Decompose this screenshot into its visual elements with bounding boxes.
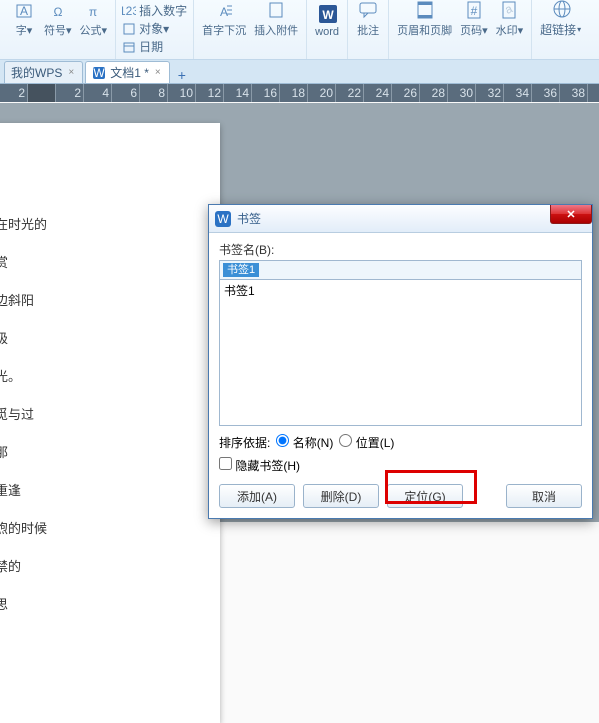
tab-doc1[interactable]: W文档1 *×: [85, 61, 170, 83]
paragraph: 点点踪迹，只愿在后来的久别重逢: [0, 479, 184, 503]
bookmark-name-input[interactable]: 书签1: [219, 260, 582, 280]
svg-text:A: A: [220, 5, 228, 19]
close-button[interactable]: ✕: [550, 205, 592, 224]
paragraph: 盼着远方，只是故人在何方？那: [0, 441, 184, 465]
svg-text:W: W: [94, 66, 106, 80]
paragraph: 撑一把青竹伞，悠然的走在时光的: [0, 213, 184, 237]
comment-btn[interactable]: 批注: [354, 2, 382, 38]
tab-mywps[interactable]: 我的WPS×: [4, 61, 83, 83]
hyperlink-btn[interactable]: 超链接▾: [538, 2, 583, 38]
sort-label: 排序依据:: [219, 434, 270, 451]
hide-bookmarks-checkbox[interactable]: 隐藏书签(H): [219, 457, 300, 474]
page: 撑一把青竹伞，悠然的走在时光的 一倾城，又遇那初见流年，共赏 静默的推开小窗，望…: [0, 123, 220, 723]
paragraph: 静默的推开小窗，望那天边斜阳: [0, 289, 184, 313]
goto-button[interactable]: 定位(G): [387, 484, 463, 508]
svg-text:W: W: [217, 212, 229, 226]
bookmark-name-label: 书签名(B):: [219, 241, 582, 258]
doc-icon: W: [92, 66, 106, 80]
horizontal-ruler: 2 24681012141618202224262830323436384042: [0, 84, 599, 102]
word-btn[interactable]: Wword: [313, 2, 341, 38]
list-item[interactable]: 书签1: [220, 280, 581, 301]
formula-btn[interactable]: π公式▾: [78, 2, 110, 38]
paragraph: 透过那树梢照在少年脸庞，像极: [0, 327, 184, 351]
bookmark-list[interactable]: 书签1: [219, 280, 582, 426]
cancel-button[interactable]: 取消: [506, 484, 582, 508]
add-button[interactable]: 添加(A): [219, 484, 295, 508]
text-box-btn[interactable]: A字▾: [10, 2, 38, 38]
dialog-title: 书签: [237, 210, 261, 227]
close-icon[interactable]: ×: [66, 67, 76, 78]
symbol-btn[interactable]: Ω符号▾: [42, 2, 74, 38]
date-btn[interactable]: 日期: [122, 38, 163, 55]
header-footer-btn[interactable]: 页眉和页脚: [395, 2, 454, 38]
watermark-btn[interactable]: a水印▾: [494, 2, 526, 38]
svg-text:A: A: [20, 4, 28, 18]
ribbon-toolbar: A字▾ Ω符号▾ π公式▾ 123插入数字 对象▾ 日期 A首字下沉 插入附件 …: [0, 0, 599, 60]
paragraph: 琴音，唱尽了多少过往情不自禁的: [0, 555, 184, 579]
paragraph: 一倾城，又遇那初见流年，共赏: [0, 251, 184, 275]
new-tab-btn[interactable]: +: [172, 67, 192, 83]
sort-location-radio[interactable]: 位置(L): [339, 434, 394, 451]
svg-text:W: W: [322, 8, 334, 22]
svg-text:123: 123: [122, 4, 136, 18]
svg-text:#: #: [471, 4, 478, 18]
paragraph: 仍然相信缘分，执着的寻觅与过: [0, 403, 184, 427]
dialog-titlebar[interactable]: W 书签 ✕: [209, 205, 592, 233]
page-number-btn[interactable]: #页码▾: [458, 2, 490, 38]
paragraph: 我怀想起那些过去埋藏的旧时光。: [0, 365, 184, 389]
app-icon: W: [215, 211, 231, 227]
paragraph: 情随风飘散，送去远方深情的思: [0, 593, 184, 617]
document-tabs: 我的WPS× W文档1 *× +: [0, 60, 599, 84]
sort-name-radio[interactable]: 名称(N): [276, 434, 333, 451]
svg-text:π: π: [89, 5, 97, 19]
drop-cap-btn[interactable]: A首字下沉: [200, 2, 248, 38]
delete-button[interactable]: 删除(D): [303, 484, 379, 508]
svg-text:Ω: Ω: [53, 5, 62, 19]
attachment-btn[interactable]: 插入附件: [252, 2, 300, 38]
paragraph: 偶尔在阳光温暖，微风和煦的时候: [0, 517, 184, 541]
close-icon[interactable]: ×: [153, 67, 163, 78]
insert-number-btn[interactable]: 123插入数字: [122, 2, 187, 19]
bookmark-dialog: W 书签 ✕ 书签名(B): 书签1 书签1 排序依据: 名称(N) 位置(L)…: [208, 204, 593, 519]
svg-text:a: a: [503, 1, 515, 17]
object-btn[interactable]: 对象▾: [122, 20, 169, 37]
